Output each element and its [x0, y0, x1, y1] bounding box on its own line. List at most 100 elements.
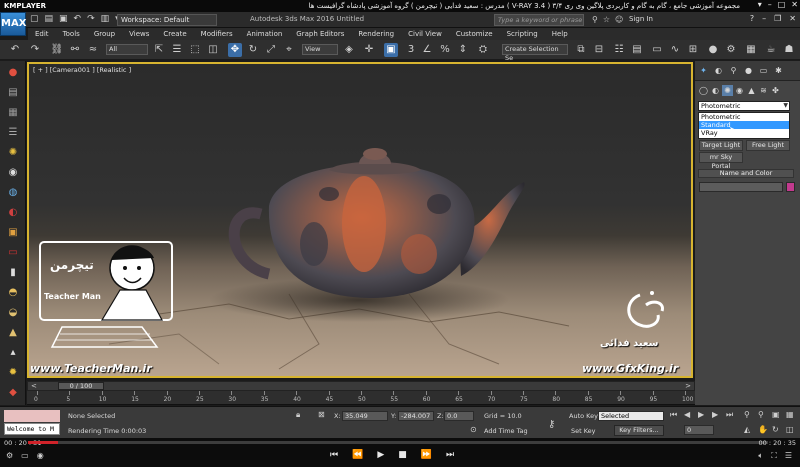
time-slider[interactable]: < 0 / 100 > — [27, 381, 695, 391]
goto-end-icon[interactable]: ⏭ — [726, 410, 733, 420]
fullscreen-icon[interactable]: ⛶ — [771, 451, 777, 461]
light-type-select[interactable]: Photometric ▼ — [698, 101, 790, 111]
place-icon[interactable]: ⌖ — [282, 43, 296, 57]
current-frame-field[interactable]: 0 — [684, 425, 714, 435]
maxscript-listener-output[interactable] — [4, 410, 60, 422]
select-manipulate-icon[interactable]: ✛ — [362, 43, 376, 57]
scale-icon[interactable]: ⤢ — [264, 43, 278, 57]
open-file-icon[interactable]: ▤ — [45, 14, 54, 24]
shapes-icon[interactable]: ◐ — [710, 85, 721, 96]
restore-icon[interactable]: ❐ — [774, 14, 781, 23]
scene-explorer-icon[interactable]: ☷ — [612, 43, 626, 57]
shape-icon[interactable]: ◆ — [6, 387, 20, 399]
track-bar[interactable]: 0 5 10 15 20 25 30 35 40 45 50 55 60 65 70 75 80 85 90 95 10… — [27, 391, 695, 405]
cone-icon[interactable]: ▲ — [6, 327, 20, 339]
edit-named-selection-icon[interactable]: ⛭ — [476, 43, 490, 57]
redo-icon[interactable]: ↷ — [28, 43, 42, 57]
search-input[interactable]: Type a keyword or phrase — [494, 14, 584, 26]
menu-graph-editors[interactable]: Graph Editors — [289, 30, 351, 38]
lights-icon[interactable]: ✺ — [722, 85, 733, 96]
maximize-icon[interactable]: □ — [778, 0, 786, 9]
systems-icon[interactable]: ✤ — [770, 85, 781, 96]
orbit-icon[interactable]: ↻ — [772, 425, 779, 434]
next-frame-icon[interactable]: ▶ — [712, 410, 718, 419]
time-slider-handle[interactable]: 0 / 100 — [58, 382, 104, 390]
select-object-icon[interactable]: ⇱ — [152, 43, 166, 57]
prev-icon[interactable]: ⏮ — [330, 450, 338, 460]
create-tab-icon[interactable]: ✦ — [698, 65, 709, 76]
light-icon[interactable]: ✺ — [6, 147, 20, 159]
menu-rendering[interactable]: Rendering — [351, 30, 401, 38]
render-iterative-icon[interactable]: ☗ — [782, 43, 796, 57]
key-filters-button[interactable]: Key Filters... — [614, 425, 664, 436]
pivot-center-icon[interactable]: ◈ — [342, 43, 356, 57]
display-tab-icon[interactable]: ▭ — [758, 65, 769, 76]
settings-icon[interactable]: ⚙ — [6, 451, 13, 460]
pan-icon[interactable]: ✋ — [758, 425, 768, 434]
hierarchy-tab-icon[interactable]: ⚲ — [728, 65, 739, 76]
absolute-mode-icon[interactable]: ⊠ — [318, 410, 325, 419]
chevron-left-icon[interactable]: < — [31, 382, 37, 390]
audio-icon[interactable]: ◉ — [37, 451, 44, 460]
stop-icon[interactable]: ■ — [398, 450, 407, 460]
chevron-right-icon[interactable]: > — [685, 382, 691, 390]
option-vray[interactable]: VRay — [699, 129, 789, 137]
modify-tab-icon[interactable]: ◐ — [713, 65, 724, 76]
zoom-all-icon[interactable]: ⚲ — [758, 410, 764, 419]
helper-icon[interactable]: ◍ — [6, 187, 20, 199]
menu-animation[interactable]: Animation — [240, 30, 290, 38]
menu-civil-view[interactable]: Civil View — [401, 30, 449, 38]
maxscript-listener-input[interactable]: Welcome to M — [4, 423, 60, 435]
box-icon[interactable]: ◒ — [6, 307, 20, 319]
lock-selection-icon[interactable]: 🔒︎ — [296, 410, 300, 420]
zoom-extents-all-icon[interactable]: ▦ — [786, 410, 794, 419]
menu-views[interactable]: Views — [122, 30, 156, 38]
selection-filter-select[interactable]: All — [106, 44, 148, 55]
new-file-icon[interactable]: ▢ — [30, 14, 39, 24]
mirror-icon[interactable]: ⧉ — [574, 43, 588, 57]
minimize-icon[interactable]: – — [762, 14, 766, 23]
torus-icon[interactable]: ◓ — [6, 287, 20, 299]
y-coordinate-field[interactable]: -284.007 — [398, 411, 434, 421]
menu-create[interactable]: Create — [156, 30, 193, 38]
bind-space-warp-icon[interactable]: ≈ — [86, 43, 100, 57]
close-icon[interactable]: ✕ — [789, 14, 796, 23]
add-time-tag[interactable]: Add Time Tag — [484, 427, 528, 435]
max-application-button[interactable]: MAX — [0, 12, 26, 36]
list-icon[interactable]: ☰ — [6, 127, 20, 139]
viewport-layout-icon[interactable]: ▤ — [6, 87, 20, 99]
undo-icon[interactable]: ↶ — [8, 43, 22, 57]
goto-start-icon[interactable]: ⏮ — [670, 410, 677, 420]
save-file-icon[interactable]: ▣ — [59, 14, 68, 24]
play-icon[interactable]: ▶ — [698, 410, 704, 419]
window-crossing-icon[interactable]: ◫ — [206, 43, 220, 57]
menu-group[interactable]: Group — [87, 30, 122, 38]
move-icon[interactable]: ✥ — [228, 43, 242, 57]
object-name-field[interactable] — [699, 182, 783, 192]
render-production-icon[interactable]: ☕ — [764, 43, 778, 57]
geometry-icon[interactable]: ◯ — [698, 85, 709, 96]
menu-help[interactable]: Help — [545, 30, 575, 38]
subtitle-icon[interactable]: ▭ — [21, 451, 29, 460]
align-icon[interactable]: ⊟ — [592, 43, 606, 57]
select-by-name-icon[interactable]: ☰ — [170, 43, 184, 57]
space-warps-icon[interactable]: ≋ — [758, 85, 769, 96]
angle-snap-icon[interactable]: ∠ — [420, 43, 434, 57]
grid-icon[interactable]: ▦ — [6, 107, 20, 119]
close-icon[interactable]: ✕ — [791, 0, 798, 9]
key-mode-select[interactable]: Selected — [598, 411, 664, 421]
z-coordinate-field[interactable]: 0.0 — [444, 411, 474, 421]
modifier-icon[interactable]: ▭ — [6, 247, 20, 259]
rendered-frame-window-icon[interactable]: ▦ — [744, 43, 758, 57]
zoom-icon[interactable]: ⚲ — [744, 410, 750, 419]
percent-snap-icon[interactable]: % — [438, 43, 452, 57]
reference-coordinate-select[interactable]: View — [302, 44, 338, 55]
maximize-viewport-icon[interactable]: ◫ — [786, 425, 794, 434]
unlink-icon[interactable]: ⚯ — [68, 43, 82, 57]
rectangular-selection-icon[interactable]: ⬚ — [188, 43, 202, 57]
target-light-button[interactable]: Target Light — [699, 140, 743, 151]
rewind-icon[interactable]: ⏪ — [352, 450, 363, 460]
link-icon[interactable]: ⛓ — [50, 43, 64, 57]
menu-edit[interactable]: Edit — [28, 30, 56, 38]
sun-icon[interactable]: ✹ — [6, 367, 20, 379]
